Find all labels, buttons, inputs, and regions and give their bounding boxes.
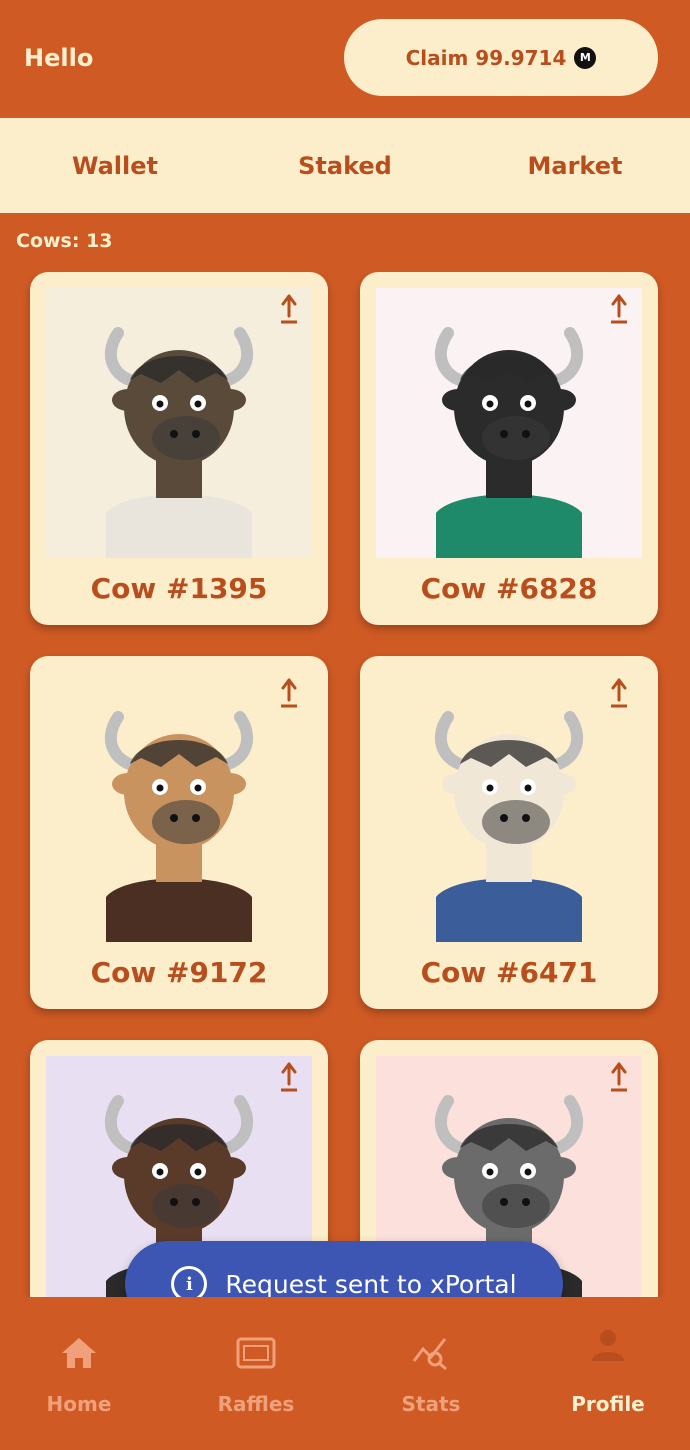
cow-clothes: [436, 878, 582, 942]
cow-nostril-right: [522, 814, 530, 822]
tab-bar: Wallet Staked Market: [0, 118, 690, 213]
cow-pupil-right: [194, 1168, 202, 1176]
cow-nostril-right: [192, 430, 200, 438]
cow-pupil-left: [156, 784, 164, 792]
cow-card[interactable]: Cow #6828: [360, 272, 658, 625]
tab-staked[interactable]: Staked: [230, 118, 460, 213]
cow-snout: [152, 416, 220, 460]
cow-nostril-left: [500, 1198, 508, 1206]
cow-title: Cow #6471: [420, 956, 598, 989]
cow-ear-left: [112, 773, 144, 795]
cow-image: [376, 288, 642, 558]
cow-title: Cow #1395: [90, 572, 268, 605]
nav-raffles[interactable]: Raffles: [170, 1297, 342, 1450]
cow-ear-right: [214, 1157, 246, 1179]
cow-ear-right: [544, 773, 576, 795]
cow-portrait: [104, 327, 254, 558]
active-tab-indicator: [230, 208, 460, 212]
cow-image: [46, 672, 312, 942]
nav-stats-label: Stats: [401, 1392, 461, 1416]
stats-icon: [412, 1338, 447, 1371]
cow-pupil-left: [156, 400, 164, 408]
cow-card[interactable]: Cow #1395: [30, 272, 328, 625]
cow-image: [376, 672, 642, 942]
unstake-icon[interactable]: [280, 294, 298, 324]
raffle-ticket-icon: [236, 1337, 276, 1369]
cow-nostril-right: [522, 1198, 530, 1206]
unstake-icon[interactable]: [610, 294, 628, 324]
cow-ear-left: [112, 389, 144, 411]
unstake-icon[interactable]: [280, 1062, 298, 1092]
cow-ear-right: [544, 389, 576, 411]
nav-home[interactable]: Home: [0, 1297, 165, 1450]
cow-count: Cows: 13: [16, 230, 113, 252]
cow-pupil-right: [524, 1168, 532, 1176]
cow-nostril-left: [500, 814, 508, 822]
cow-ear-right: [214, 773, 246, 795]
unstake-icon[interactable]: [280, 678, 298, 708]
coin-icon: M: [574, 46, 597, 69]
cow-grid: Cow #1395 Cow #6828 Cow #9172 Cow #6471: [0, 272, 690, 1297]
cow-pupil-left: [486, 400, 494, 408]
claim-button[interactable]: Claim 99.9714 M: [344, 19, 658, 96]
cow-pupil-left: [156, 1168, 164, 1176]
cow-clothes: [106, 494, 252, 558]
cow-nostril-left: [170, 430, 178, 438]
cow-portrait: [434, 327, 584, 558]
unstake-icon[interactable]: [610, 1062, 628, 1092]
cow-title: Cow #6828: [420, 572, 598, 605]
cow-pupil-right: [194, 400, 202, 408]
cow-clothes: [436, 494, 582, 558]
nav-profile-label: Profile: [571, 1392, 645, 1416]
cow-snout: [152, 800, 220, 844]
cow-snout: [482, 416, 550, 460]
cow-pupil-right: [524, 784, 532, 792]
cow-pupil-right: [524, 400, 532, 408]
cow-pupil-right: [194, 784, 202, 792]
cow-image: [46, 288, 312, 558]
cow-portrait: [104, 711, 254, 942]
cow-clothes: [106, 878, 252, 942]
unstake-icon[interactable]: [610, 678, 628, 708]
claim-label: Claim 99.9714: [405, 45, 567, 70]
cow-ear-right: [544, 1157, 576, 1179]
cow-snout: [482, 800, 550, 844]
cow-pupil-left: [486, 1168, 494, 1176]
nav-profile[interactable]: Profile: [522, 1297, 690, 1450]
cow-nostril-left: [170, 1198, 178, 1206]
cow-ear-left: [442, 1157, 474, 1179]
nav-raffles-label: Raffles: [217, 1392, 295, 1416]
cow-ear-left: [442, 773, 474, 795]
profile-icon: [592, 1330, 624, 1361]
cow-card[interactable]: Cow #6471: [360, 656, 658, 1009]
cow-nostril-left: [500, 430, 508, 438]
cow-nostril-right: [192, 1198, 200, 1206]
nav-stats[interactable]: Stats: [345, 1297, 517, 1450]
cow-snout: [482, 1184, 550, 1228]
greeting: Hello: [24, 44, 94, 72]
toast-text: Request sent to xPortal: [225, 1269, 517, 1299]
cow-nostril-left: [170, 814, 178, 822]
bottom-navigation: Home Raffles Stats Profile: [0, 1297, 690, 1450]
cow-nostril-right: [192, 814, 200, 822]
cow-ear-left: [442, 389, 474, 411]
tab-wallet[interactable]: Wallet: [0, 118, 230, 213]
top-bar: Hello Claim 99.9714 M: [0, 0, 690, 118]
cow-ear-left: [112, 1157, 144, 1179]
home-icon: [62, 1338, 96, 1368]
nav-home-label: Home: [46, 1392, 112, 1416]
cow-snout: [152, 1184, 220, 1228]
cow-title: Cow #9172: [90, 956, 268, 989]
tab-market[interactable]: Market: [460, 118, 690, 213]
cow-portrait: [434, 711, 584, 942]
cow-pupil-left: [486, 784, 494, 792]
cow-card[interactable]: Cow #9172: [30, 656, 328, 1009]
cow-nostril-right: [522, 430, 530, 438]
cow-ear-right: [214, 389, 246, 411]
